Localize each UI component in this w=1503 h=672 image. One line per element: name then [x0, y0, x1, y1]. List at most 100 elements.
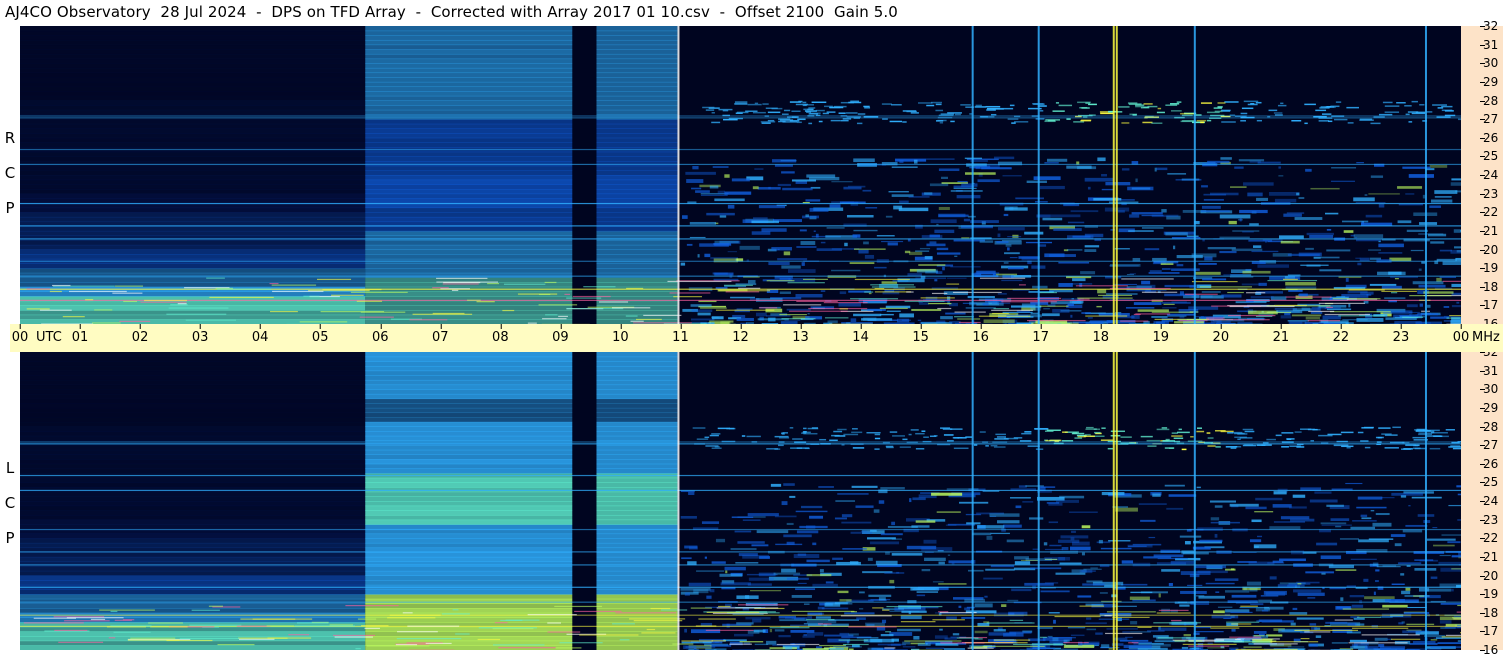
- time-tick-label: 00: [1452, 324, 1470, 345]
- heatmap-cell: [1157, 637, 1206, 639]
- heatmap-cell: [442, 283, 479, 285]
- heatmap-cell: [790, 447, 803, 449]
- heatmap-cell: [1172, 648, 1203, 650]
- heatmap-cell: [1269, 576, 1277, 580]
- heatmap-cell: [1233, 641, 1271, 643]
- heatmap-cell: [20, 487, 366, 493]
- heatmap-cell: [873, 509, 880, 513]
- heatmap-cell: [1253, 635, 1265, 637]
- heatmap-cell: [365, 235, 573, 241]
- heatmap-cell: [838, 639, 868, 641]
- heatmap-cell: [857, 113, 866, 115]
- heatmap-cell: [750, 590, 781, 592]
- heatmap-cell: [20, 435, 366, 441]
- heatmap-cell: [853, 158, 875, 163]
- heatmap-cell: [1206, 111, 1220, 114]
- heatmap-cell: [820, 241, 826, 244]
- heatmap-cell: [467, 299, 481, 301]
- heatmap-cell: [682, 215, 688, 219]
- heatmap-cell: [718, 605, 731, 608]
- heatmap-cell: [1412, 436, 1428, 439]
- heatmap-cell: [1151, 214, 1179, 218]
- heatmap-cell: [1101, 173, 1108, 177]
- heatmap-cell: [1213, 107, 1223, 109]
- heatmap-cell: [166, 313, 227, 315]
- heatmap-cell: [781, 432, 785, 434]
- heatmap-cell: [1277, 104, 1287, 107]
- heatmap-cell: [1405, 113, 1410, 116]
- heatmap-cell: [823, 302, 868, 304]
- heatmap-cell: [1418, 233, 1444, 235]
- heatmap-cell: [1286, 212, 1305, 214]
- heatmap-cell: [1167, 315, 1187, 317]
- heatmap-cell: [705, 445, 719, 447]
- heatmap-cell: [1238, 159, 1265, 162]
- heatmap-cell: [885, 215, 893, 218]
- heatmap-cell: [779, 291, 791, 294]
- heatmap-cell: [709, 589, 715, 593]
- heatmap-cell: [1275, 434, 1282, 437]
- heatmap-cell: [1445, 634, 1461, 636]
- heatmap-cell: [1384, 111, 1400, 113]
- heatmap-cell: [20, 244, 366, 250]
- heatmap-cell: [1217, 102, 1226, 104]
- heatmap-cell: [1202, 278, 1227, 281]
- time-tick-label: 22: [1332, 324, 1350, 345]
- heatmap-cell: [860, 530, 868, 532]
- freq-tick-label: 17: [1479, 298, 1499, 313]
- heatmap-cell: [1280, 315, 1292, 319]
- heatmap-cell: [804, 447, 810, 450]
- heatmap-cell: [1325, 621, 1348, 624]
- heatmap-cell: [1046, 158, 1068, 162]
- interference-line: [20, 614, 1461, 616]
- heatmap-cell: [574, 610, 622, 613]
- heatmap-cell: [667, 280, 732, 283]
- heatmap-cell: [20, 505, 366, 511]
- heatmap-cell: [1229, 305, 1295, 308]
- heatmap-cell: [365, 212, 573, 218]
- heatmap-cell: [986, 535, 993, 540]
- heatmap-cell: [867, 557, 873, 561]
- heatmap-cell: [615, 612, 677, 614]
- heatmap-cell: [365, 179, 573, 185]
- heatmap-cell: [808, 307, 868, 310]
- interference-line: [20, 202, 1461, 205]
- heatmap-cell: [729, 643, 752, 645]
- heatmap-cell: [1335, 569, 1357, 571]
- heatmap-cell: [803, 427, 807, 430]
- heatmap-cell: [148, 622, 183, 624]
- heatmap-cell: [723, 639, 747, 642]
- heatmap-cell: [1207, 647, 1225, 649]
- freq-tick-label: 19: [1479, 261, 1499, 276]
- heatmap-cell: [20, 105, 366, 111]
- heatmap-cell: [807, 108, 814, 111]
- heatmap-cell: [596, 421, 678, 427]
- heatmap-cell: [1210, 517, 1220, 521]
- heatmap-cell: [997, 520, 1020, 524]
- heatmap-cell: [20, 119, 366, 125]
- heatmap-cell: [1094, 431, 1101, 434]
- heatmap-cell: [436, 277, 488, 279]
- heatmap-cell: [20, 216, 366, 223]
- heatmap-cell: [365, 305, 573, 311]
- heatmap-cell: [1176, 101, 1182, 103]
- heatmap-cell: [1011, 122, 1016, 124]
- heatmap-cell: [916, 591, 939, 593]
- heatmap-cell: [709, 185, 719, 189]
- heatmap-cell: [596, 356, 678, 362]
- heatmap-cell: [650, 607, 671, 610]
- time-tick-label: 12: [732, 324, 749, 345]
- heatmap-cell: [965, 436, 973, 438]
- heatmap-cell: [20, 426, 366, 432]
- heatmap-cell: [1312, 428, 1318, 431]
- heatmap-cell: [1281, 432, 1294, 434]
- heatmap-cell: [815, 109, 825, 112]
- heatmap-cell: [596, 365, 678, 372]
- heatmap-cell: [365, 468, 573, 474]
- vertical-transient: [1037, 352, 1040, 650]
- heatmap-cell: [299, 321, 348, 323]
- heatmap-cell: [1105, 182, 1131, 186]
- heatmap-cell: [1053, 648, 1079, 650]
- heatmap-cell: [20, 249, 366, 255]
- heatmap-cell: [867, 647, 883, 650]
